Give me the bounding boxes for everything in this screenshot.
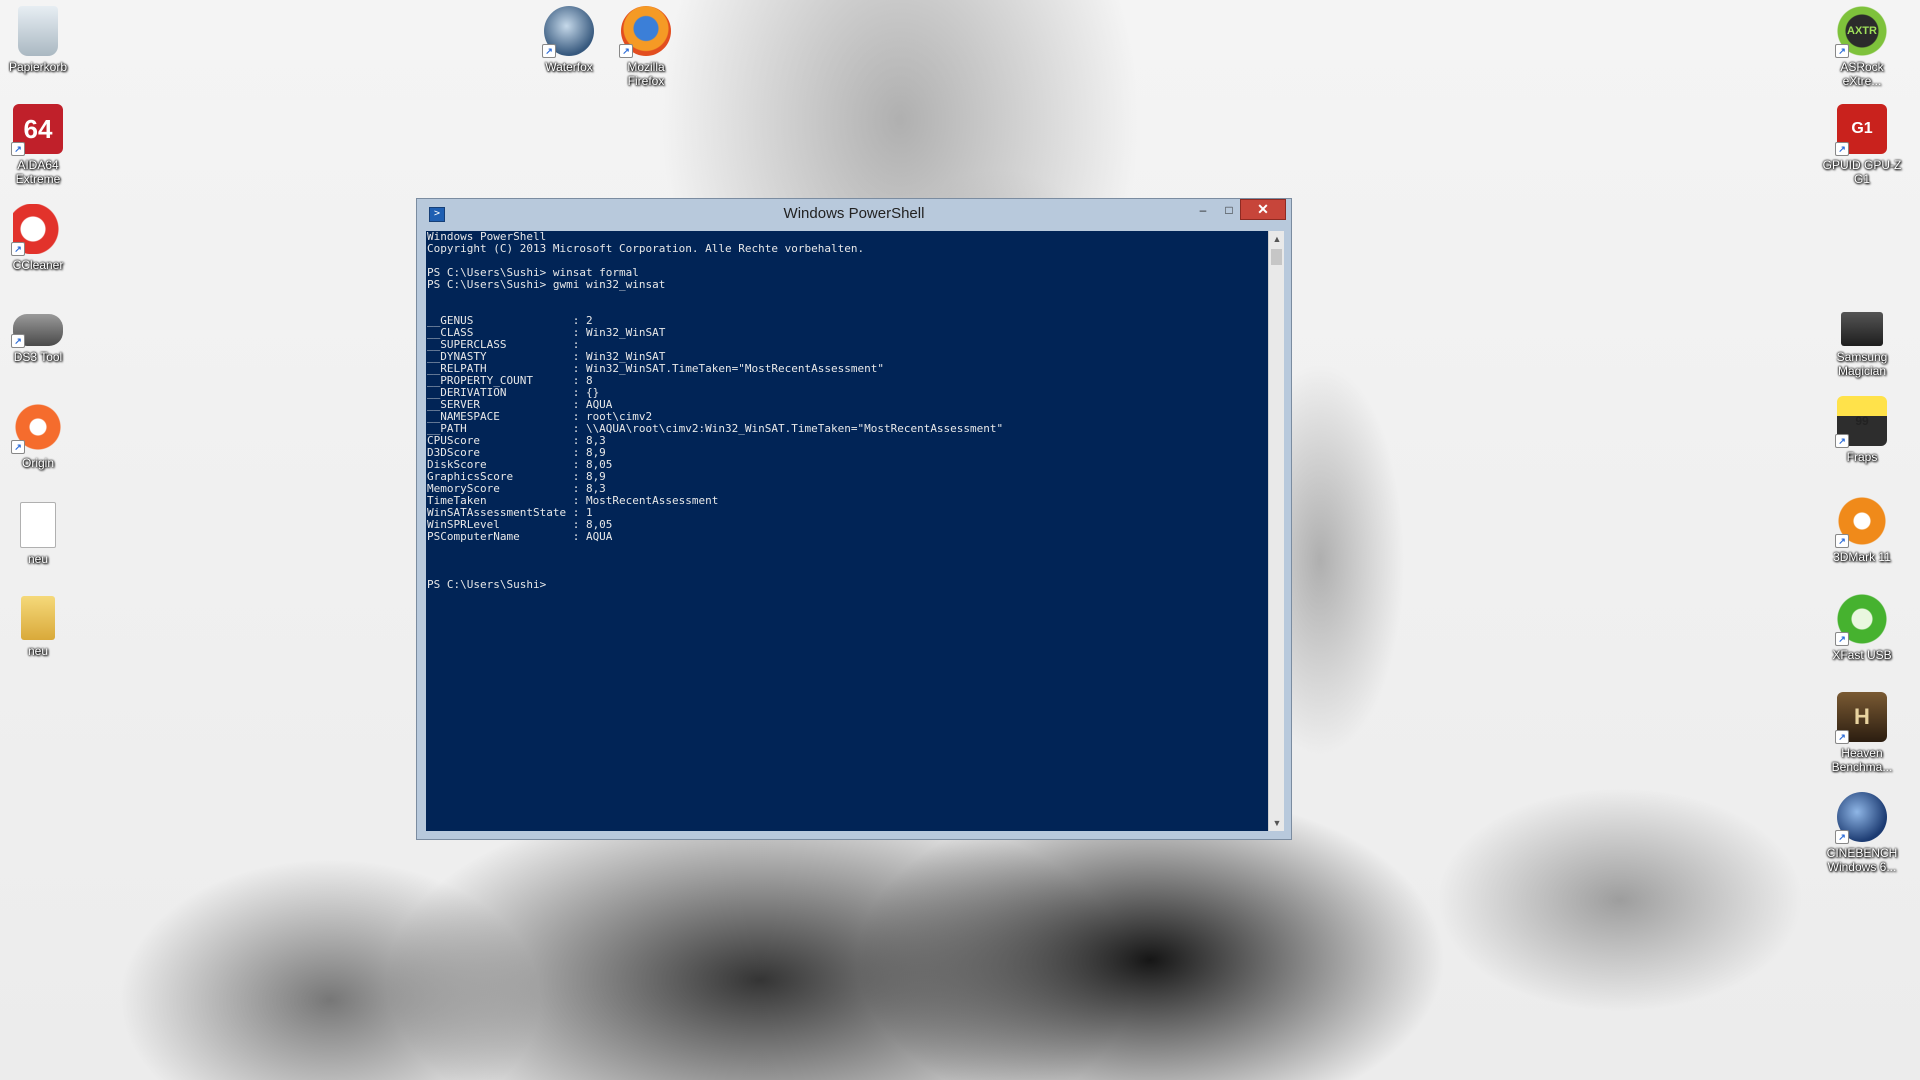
desktop-icon-asrock[interactable]: AXTR ↗ ASRock eXtre... — [1814, 6, 1910, 88]
scroll-down-icon[interactable]: ▼ — [1269, 815, 1285, 831]
title-bar[interactable]: > Windows PowerShell – □ ✕ — [417, 199, 1291, 229]
desktop-icon-origin[interactable]: ↗ Origin — [0, 402, 86, 470]
desktop-icon-heaven[interactable]: H ↗ Heaven Benchma... — [1814, 692, 1910, 774]
maximize-button[interactable]: □ — [1216, 199, 1242, 220]
desktop-icon-3dmark[interactable]: ↗ 3DMark 11 — [1814, 496, 1910, 564]
aida64-icon: 64 ↗ — [11, 104, 63, 156]
icon-label: neu — [27, 552, 49, 566]
console-output[interactable]: Windows PowerShell Copyright (C) 2013 Mi… — [426, 231, 1268, 831]
gpuz-icon: G1 ↗ — [1835, 104, 1887, 156]
icon-label: GPUID GPU-Z G1 — [1822, 158, 1902, 186]
vertical-scrollbar[interactable]: ▲ ▼ — [1268, 231, 1284, 831]
desktop-icon-gpuz[interactable]: G1 ↗ GPUID GPU-Z G1 — [1814, 104, 1910, 186]
fraps-icon: 99 ↗ — [1835, 396, 1887, 448]
icon-label: Heaven Benchma... — [1831, 746, 1893, 774]
folder-icon — [21, 596, 55, 640]
desktop-icon-recycle-bin[interactable]: Papierkorb — [0, 6, 86, 74]
minimize-button[interactable]: – — [1190, 199, 1216, 220]
icon-label: Mozilla Firefox — [627, 60, 665, 88]
window-title: Windows PowerShell — [783, 205, 925, 222]
icon-label: Papierkorb — [8, 60, 68, 74]
desktop-icon-cinebench[interactable]: ↗ CINEBENCH Windows 6... — [1814, 792, 1910, 874]
xfast-usb-icon: ↗ — [1835, 594, 1887, 646]
icon-label: Waterfox — [545, 60, 593, 74]
asrock-icon: AXTR ↗ — [1835, 6, 1887, 58]
ssd-icon — [1841, 312, 1883, 346]
text-file-icon — [20, 502, 56, 548]
icon-label: Fraps — [1846, 450, 1878, 464]
icon-label: Origin — [21, 456, 54, 470]
desktop-icon-firefox[interactable]: ↗ Mozilla Firefox — [598, 6, 694, 88]
desktop-icon-ccleaner[interactable]: ↗ CCleaner — [0, 204, 86, 272]
icon-label: neu — [27, 644, 49, 658]
scroll-up-icon[interactable]: ▲ — [1269, 231, 1285, 247]
icon-label: ASRock eXtre... — [1840, 60, 1884, 88]
icon-label: XFast USB — [1832, 648, 1892, 662]
icon-label: DS3 Tool — [13, 350, 63, 364]
icon-label: CCleaner — [12, 258, 64, 272]
scroll-thumb[interactable] — [1271, 249, 1282, 265]
icon-label: AIDA64 Extreme — [15, 158, 61, 186]
desktop-icon-aida64[interactable]: 64 ↗ AIDA64 Extreme — [0, 104, 86, 186]
ccleaner-icon: ↗ — [11, 204, 63, 256]
icon-label: 3DMark 11 — [1833, 550, 1891, 564]
cinebench-icon: ↗ — [1835, 792, 1887, 844]
icon-label: CINEBENCH Windows 6... — [1826, 846, 1898, 874]
3dmark-icon: ↗ — [1835, 496, 1887, 548]
close-button[interactable]: ✕ — [1240, 199, 1286, 220]
firefox-icon: ↗ — [619, 6, 671, 58]
recycle-bin-icon — [18, 6, 58, 56]
origin-icon: ↗ — [11, 402, 63, 454]
desktop-icon-ds3-tool[interactable]: ↗ DS3 Tool — [0, 304, 86, 364]
desktop-icon-samsung-magician[interactable]: Samsung Magician — [1814, 304, 1910, 378]
gamepad-icon: ↗ — [11, 314, 63, 348]
desktop-icon-fraps[interactable]: 99 ↗ Fraps — [1814, 396, 1910, 464]
heaven-icon: H ↗ — [1835, 692, 1887, 744]
desktop-icon-neu-folder[interactable]: neu — [0, 596, 86, 658]
powershell-window[interactable]: > Windows PowerShell – □ ✕ Windows Power… — [416, 198, 1292, 840]
waterfox-icon: ↗ — [542, 6, 594, 58]
icon-label: Samsung Magician — [1836, 350, 1888, 378]
desktop-icon-xfast-usb[interactable]: ↗ XFast USB — [1814, 594, 1910, 662]
desktop-icon-neu-file[interactable]: neu — [0, 502, 86, 566]
console-text[interactable]: Windows PowerShell Copyright (C) 2013 Mi… — [426, 231, 1268, 591]
